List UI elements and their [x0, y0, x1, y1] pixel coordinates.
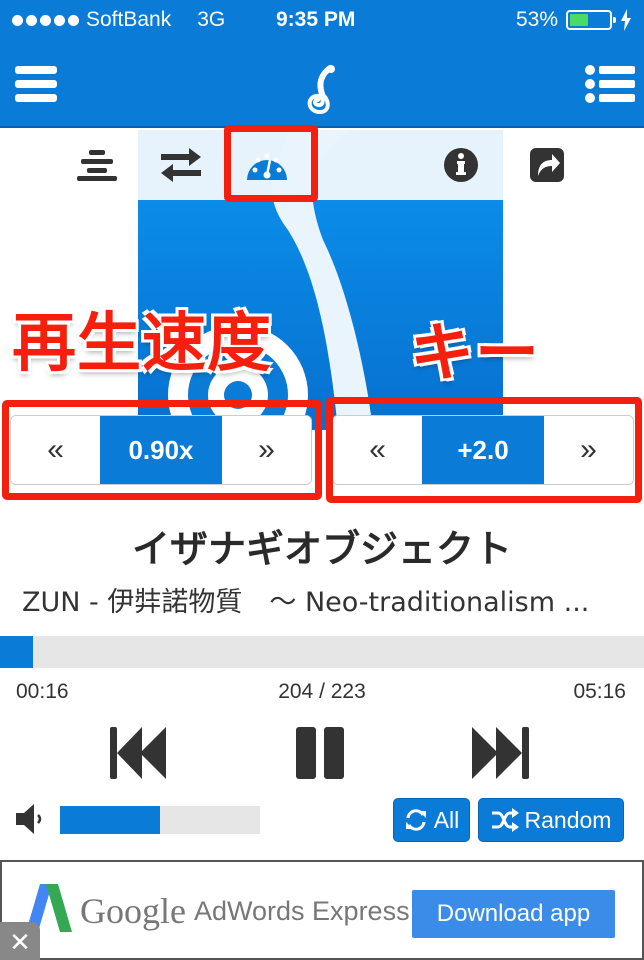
pause-icon	[296, 727, 344, 779]
dashboard-speed-icon	[247, 153, 287, 180]
info-button[interactable]	[436, 140, 486, 190]
key-increase-button[interactable]: »	[543, 416, 633, 484]
key-decrease-button[interactable]: «	[333, 416, 423, 484]
menu-button[interactable]	[15, 64, 59, 104]
track-title: イザナギオブジェクト	[131, 527, 512, 571]
battery-icon	[566, 10, 616, 30]
share-icon	[530, 148, 564, 182]
track-position: 204 / 223	[278, 680, 366, 703]
battery-percent: 53%	[515, 8, 558, 31]
exchange-icon	[161, 148, 201, 182]
speed-value: 0.90x	[100, 416, 222, 484]
speed-callout-label: 再生速度	[12, 307, 272, 381]
lyrics-button[interactable]	[72, 140, 122, 190]
ad-brand: Google	[80, 891, 186, 931]
share-button[interactable]	[522, 140, 572, 190]
repeat-all-label: All	[433, 806, 460, 833]
status-bar: SoftBank 3G 9:35 PM 53%	[0, 0, 644, 40]
download-app-button[interactable]: Download app	[412, 890, 615, 938]
ad-banner[interactable]: Google AdWords Express Download app ✕	[0, 860, 644, 960]
key-callout-label: キー	[410, 317, 540, 391]
pause-button[interactable]	[296, 727, 346, 779]
nav-bar	[0, 40, 644, 128]
key-stepper: « +2.0 »	[332, 415, 634, 485]
duration-time: 05:16	[573, 680, 626, 703]
speed-increase-button[interactable]: »	[221, 416, 311, 484]
app-logo-icon	[307, 65, 335, 115]
speed-stepper: « 0.90x »	[10, 415, 312, 485]
speed-decrease-button[interactable]: «	[11, 416, 101, 484]
clock: 9:35 PM	[276, 8, 356, 31]
previous-button[interactable]	[108, 727, 168, 779]
fast-backward-icon	[110, 727, 166, 779]
key-value: +2.0	[422, 416, 544, 484]
next-button[interactable]	[472, 727, 532, 779]
fast-forward-icon	[472, 727, 529, 779]
speed-button[interactable]	[242, 140, 292, 190]
align-center-icon	[77, 150, 117, 181]
volume-icon	[16, 804, 42, 834]
repeat-ab-button[interactable]	[156, 140, 206, 190]
shuffle-icon	[491, 808, 519, 832]
ad-close-button[interactable]: ✕	[0, 922, 40, 960]
volume-slider[interactable]	[60, 806, 260, 834]
ad-product: AdWords Express	[194, 896, 410, 926]
playlist-button[interactable]	[585, 64, 635, 104]
info-icon	[444, 148, 478, 182]
shuffle-label: Random	[524, 806, 612, 833]
track-subtitle: ZUN - 伊弉諾物質 ～ Neo-traditionalism ...	[22, 587, 590, 618]
signal-strength-icon	[12, 14, 79, 26]
list-icon	[585, 65, 635, 103]
charging-bolt-icon	[621, 9, 631, 31]
network-type: 3G	[197, 8, 226, 31]
refresh-icon	[405, 809, 426, 831]
seek-bar[interactable]	[0, 636, 644, 668]
hamburger-menu-icon	[15, 66, 57, 102]
shuffle-button[interactable]: Random	[478, 798, 624, 842]
carrier-name: SoftBank	[86, 8, 172, 31]
repeat-all-button[interactable]: All	[393, 798, 470, 842]
